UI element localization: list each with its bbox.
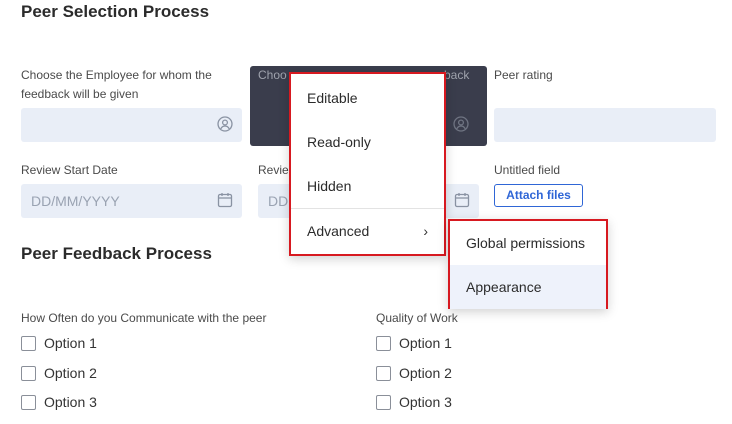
- field-permissions-menu: Editable Read-only Hidden Advanced ›: [289, 72, 446, 256]
- checkbox[interactable]: [376, 335, 391, 351]
- chooser-label-start: Choo: [258, 68, 287, 82]
- menu-divider: [291, 208, 444, 209]
- employee-field[interactable]: [21, 108, 242, 142]
- user-icon: [453, 116, 469, 132]
- checkbox[interactable]: [21, 365, 36, 381]
- chevron-right-icon: ›: [423, 223, 428, 239]
- checkbox-label: Option 1: [399, 335, 452, 351]
- menu-item-hidden[interactable]: Hidden: [291, 178, 444, 194]
- peer-rating-label: Peer rating: [494, 68, 553, 82]
- checkbox-option[interactable]: Option 1: [21, 334, 97, 352]
- checkbox-label: Option 2: [399, 365, 452, 381]
- chooser-label-end: back: [444, 68, 470, 82]
- untitled-field-label: Untitled field: [494, 163, 561, 177]
- section-title-peer-feedback: Peer Feedback Process: [21, 244, 212, 263]
- checkbox-option[interactable]: Option 3: [21, 393, 97, 411]
- submenu-item-appearance[interactable]: Appearance: [450, 265, 606, 309]
- date-placeholder: DD: [268, 193, 289, 209]
- calendar-icon[interactable]: [454, 192, 470, 208]
- checkbox-option[interactable]: Option 2: [376, 364, 452, 382]
- review-end-label: Revie: [258, 163, 289, 177]
- checkbox-option[interactable]: Option 3: [376, 393, 452, 411]
- checkbox-option[interactable]: Option 1: [376, 334, 452, 352]
- review-start-date-field[interactable]: DD/MM/YYYY: [21, 184, 242, 218]
- employee-field-label: Choose the Employee for whom the feedbac…: [21, 68, 212, 101]
- menu-item-advanced[interactable]: Advanced ›: [291, 223, 444, 239]
- checkbox-label: Option 3: [399, 394, 452, 410]
- communication-question-label: How Often do you Communicate with the pe…: [21, 311, 267, 325]
- quality-question-label: Quality of Work: [376, 311, 458, 325]
- user-icon: [217, 116, 233, 132]
- checkbox-label: Option 1: [44, 335, 97, 351]
- section-title-peer-selection: Peer Selection Process: [21, 2, 210, 21]
- checkbox-label: Option 3: [44, 394, 97, 410]
- menu-item-read-only[interactable]: Read-only: [291, 134, 444, 150]
- calendar-icon[interactable]: [217, 192, 233, 208]
- checkbox[interactable]: [21, 335, 36, 351]
- attach-files-button[interactable]: Attach files: [494, 184, 583, 207]
- date-placeholder: DD/MM/YYYY: [31, 193, 120, 209]
- peer-rating-field[interactable]: [494, 108, 716, 142]
- submenu-item-global-permissions[interactable]: Global permissions: [450, 235, 606, 251]
- checkbox[interactable]: [21, 394, 36, 410]
- checkbox-label: Option 2: [44, 365, 97, 381]
- review-start-label: Review Start Date: [21, 163, 118, 177]
- advanced-submenu: Global permissions Appearance: [448, 219, 608, 309]
- menu-item-editable[interactable]: Editable: [291, 90, 444, 106]
- checkbox-option[interactable]: Option 2: [21, 364, 97, 382]
- checkbox[interactable]: [376, 365, 391, 381]
- menu-item-advanced-label: Advanced: [307, 223, 370, 239]
- checkbox[interactable]: [376, 394, 391, 410]
